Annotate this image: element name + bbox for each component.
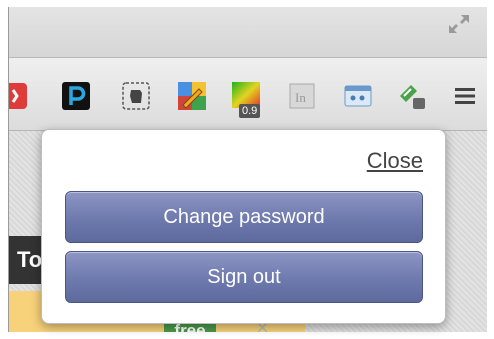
svg-text:In: In	[295, 90, 306, 105]
close-link[interactable]: Close	[367, 148, 423, 174]
pencil-icon[interactable]	[177, 81, 207, 111]
evernote-icon[interactable]	[121, 81, 151, 111]
sign-out-button[interactable]: Sign out	[65, 251, 423, 303]
extensions-toolbar: 0.9 In	[9, 58, 487, 131]
menu-icon[interactable]	[451, 81, 481, 111]
change-password-button[interactable]: Change password	[65, 191, 423, 243]
extension-popup: Close Change password Sign out	[41, 129, 446, 324]
title-bar	[9, 7, 487, 58]
extension-red-icon[interactable]	[8, 81, 31, 111]
linkedin-icon[interactable]: In	[287, 81, 317, 111]
color-badge: 0.9	[239, 104, 261, 118]
tag-icon[interactable]	[397, 81, 427, 111]
window-icon[interactable]	[343, 81, 373, 111]
pocket-icon[interactable]	[61, 81, 91, 111]
fullscreen-icon[interactable]	[447, 13, 471, 35]
